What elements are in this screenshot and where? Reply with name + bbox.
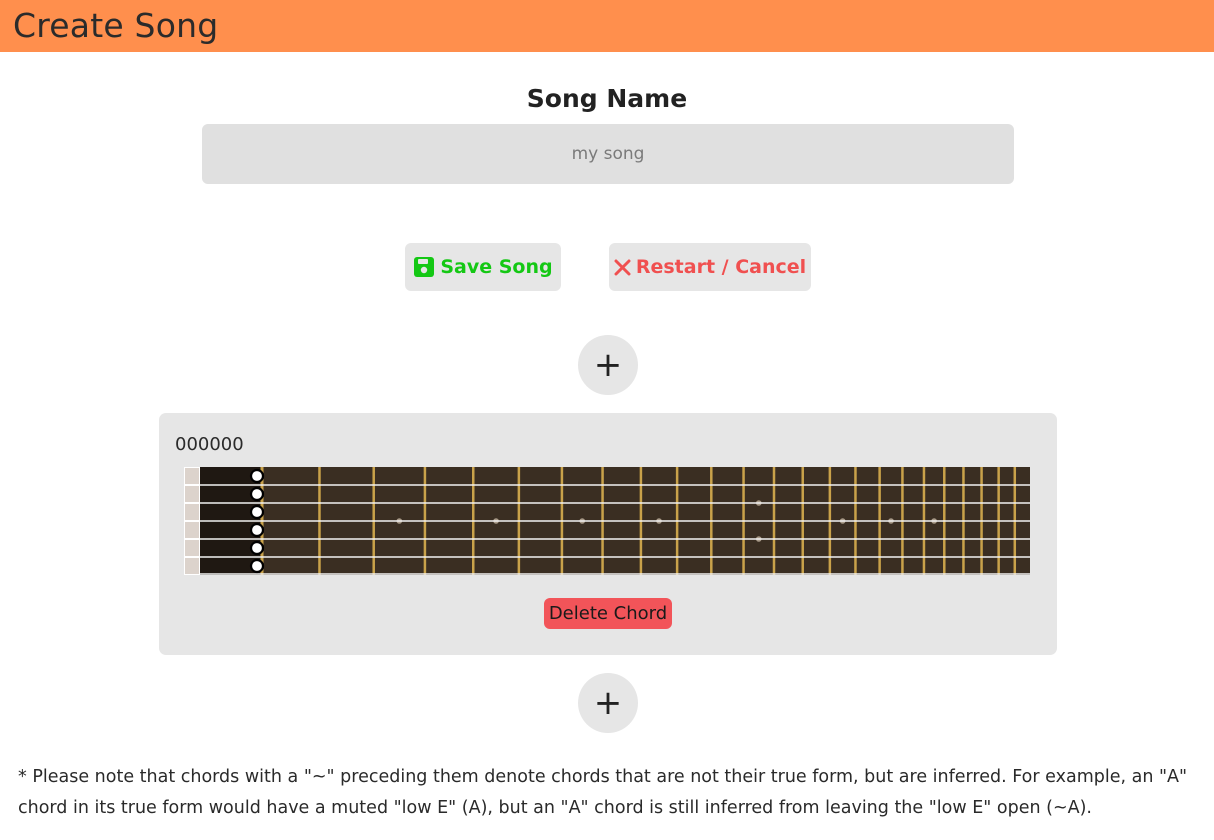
app-header: Create Song [0,0,1214,52]
string-mute-box[interactable] [184,557,200,575]
delete-chord-button[interactable]: Delete Chord [544,598,672,629]
string-mute-box[interactable] [184,485,200,503]
open-string-marker[interactable] [249,486,265,502]
open-string-marker[interactable] [249,540,265,556]
chord-name: 000000 [175,434,244,455]
page-title: Create Song [13,6,219,45]
open-string-marker[interactable] [249,522,265,538]
string-mute-box[interactable] [184,539,200,557]
footnote-text: * Please note that chords with a "~" pre… [18,767,1188,818]
string-mute-box[interactable] [184,521,200,539]
save-song-button[interactable]: Save Song [405,243,561,291]
open-string-marker[interactable] [249,468,265,484]
floppy-disk-icon [413,256,435,278]
restart-cancel-label: Restart / Cancel [635,256,807,278]
chord-card: 000000 Delete Chord [159,413,1057,655]
song-name-label: Song Name [526,84,688,113]
save-song-label: Save Song [440,256,553,278]
add-chord-after-button[interactable]: + [578,673,638,733]
song-name-input[interactable] [202,124,1014,184]
open-string-marker[interactable] [249,504,265,520]
fretboard[interactable] [184,467,1032,577]
string-mute-box[interactable] [184,503,200,521]
restart-cancel-button[interactable]: Restart / Cancel [609,243,811,291]
open-string-marker[interactable] [249,558,265,574]
close-x-icon [614,259,631,276]
string-mute-box[interactable] [184,467,200,485]
add-chord-before-button[interactable]: + [578,335,638,395]
